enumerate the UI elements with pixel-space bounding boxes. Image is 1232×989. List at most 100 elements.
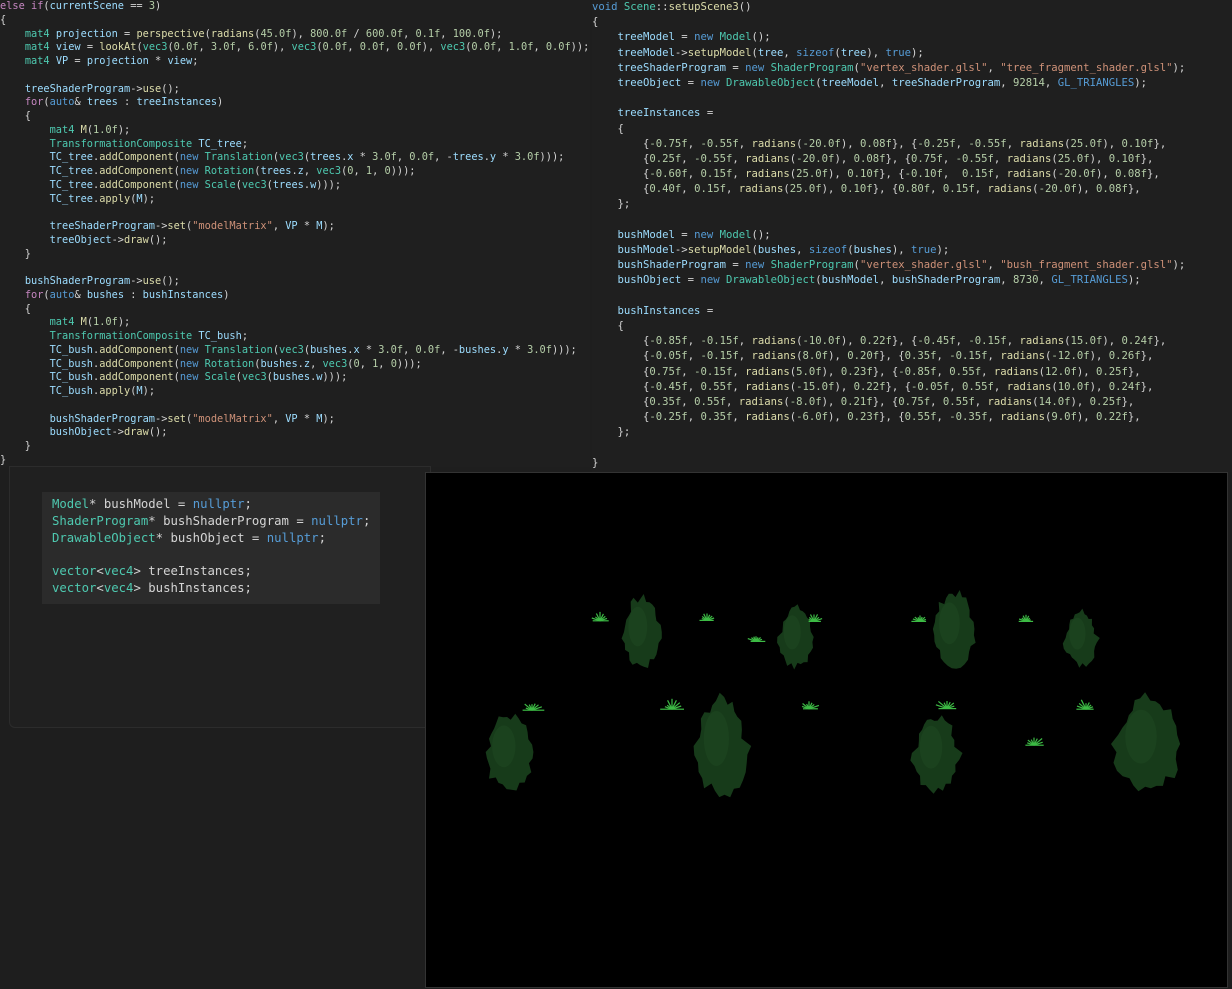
code-token: nullptr [192,497,245,511]
code-token: 6.0f [248,41,273,54]
code-token: radians [751,350,797,363]
tree-shading [703,711,729,766]
code-token: treeObject [617,76,682,89]
code-token: -> [130,275,143,287]
code-token: trees [86,96,118,109]
code-token: addComponent [99,165,174,177]
code-token: -20.0f [1057,168,1096,181]
code-token: new [179,357,199,370]
code-token: { [592,335,650,348]
code-token: GL_TRIANGLES [1057,76,1135,89]
code-token: tree [757,46,784,59]
code-token: ); [1172,61,1186,74]
code-token: , [396,151,410,164]
code-token: , [198,41,211,54]
code-token: vec3 [279,151,304,164]
code-line: void Scene::setupScene3() [592,0,1232,15]
code-token: 3.0f [527,343,552,356]
code-token: addComponent [99,357,174,370]
code-token: , [987,259,1001,272]
code-token: }, [1140,350,1154,363]
code-token: "vertex_shader.glsl" [859,259,988,272]
tree-shading [919,725,943,769]
code-token: ))); [390,165,416,177]
code-token: }, { [872,395,899,408]
code-line: TC_bush.addComponent(new Rotation(bushes… [0,358,590,372]
code-token: (); [751,31,771,44]
code-token: { [592,365,650,378]
code-line: {-0.85f, -0.15f, radians(-10.0f), 0.22f}… [592,334,1232,349]
code-line: }; [592,197,1232,212]
code-token: GL_TRIANGLES [1051,274,1128,287]
code-token: , [796,244,809,256]
code-line: TC_tree.addComponent(new Translation(vec… [0,151,590,165]
code-token: new [179,151,199,164]
code-token: bushShaderProgram [24,275,131,287]
code-token: new [694,228,714,241]
code-token: 0.0f [415,343,441,356]
code-editor-right[interactable]: void Scene::setupScene3(){ treeModel = n… [592,0,1232,472]
code-token: 0.55f [942,395,975,408]
code-line: ShaderProgram* bushShaderProgram = nullp… [52,513,380,530]
code-token: ; [244,497,252,511]
code-token: , [930,183,943,196]
code-token: ; [241,137,249,150]
code-token: , [993,152,1007,165]
code-line: {0.40f, 0.15f, radians(25.0f), 0.10f}, {… [592,182,1232,197]
code-line: bushObject->draw(); [0,426,590,440]
code-token: , [732,152,746,165]
code-token: 3.0f [378,343,404,356]
code-token: treeModel [617,46,675,59]
code-token: }; [592,426,631,439]
code-token: ), [821,183,841,196]
opengl-render-window[interactable] [425,472,1228,988]
code-token: tree [840,46,867,59]
code-line: treeModel->setupModel(tree, sizeof(tree)… [592,46,1232,61]
code-token: ; [244,564,252,579]
bush-model-instance [935,700,957,710]
code-token: ), [840,137,860,150]
code-token: -15.0f [796,380,835,393]
code-token: Scene [623,1,656,13]
code-token: TC_bush [49,343,94,356]
code-token: ShaderProgram [770,61,854,74]
code-token: radians [1019,137,1065,150]
code-token: 1.0f [93,316,118,329]
code-token: "tree_fragment_shader.glsl" [1000,61,1173,74]
code-token: 0.80f [898,183,931,196]
code-token: -0.45f [649,380,688,393]
code-token: }, [1140,152,1154,165]
code-token: , [879,274,892,287]
code-token: < [96,564,104,579]
code-token: , [496,41,509,54]
code-token: , [272,412,286,425]
code-token: , [725,183,739,196]
code-token: = [700,107,714,120]
code-token: TC_tree [49,151,94,164]
code-token: -0.55f [700,137,739,150]
code-token: 100.0f [452,27,490,40]
code-token: ), [1102,335,1122,348]
code-line: TC_bush.addComponent(new Scale(vec3(bush… [0,371,590,385]
code-token: new [694,31,714,44]
code-token: , [1006,137,1020,150]
code-token: treeObject [49,233,112,246]
code-token: 0.22f [853,380,886,393]
code-token: radians [745,152,790,165]
code-token: 0.15f [694,183,726,196]
code-token: -0.05f [910,380,950,393]
bush-model-instance [801,701,820,710]
code-editor-left[interactable]: else if(currentScene == 3){ mat4 project… [0,0,590,467]
code-token: TransformationComposite [49,330,193,342]
code-token: 0.75f [898,395,931,408]
code-token: draw [124,426,149,439]
code-token: , [955,137,969,150]
code-token: { [592,168,650,181]
code-token: } [0,247,31,260]
code-token: bushObject [170,530,245,545]
code-token: , [1044,76,1058,89]
